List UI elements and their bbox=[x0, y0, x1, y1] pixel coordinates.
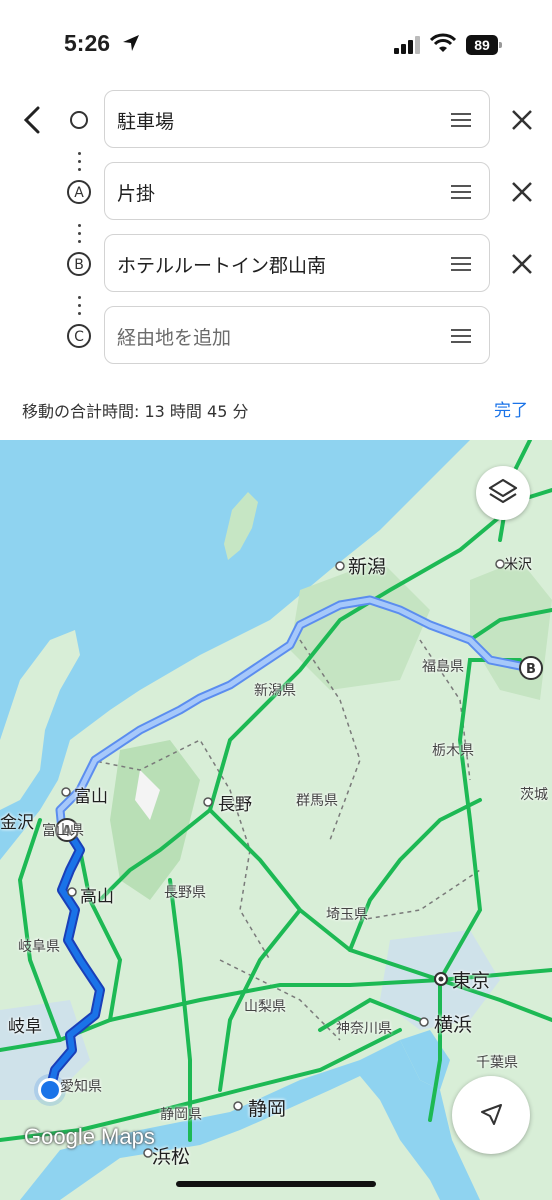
city-label-kanazawa: 金沢 bbox=[0, 813, 34, 833]
pref-label-toyama: 富山県 bbox=[42, 823, 84, 839]
waypoint-a-icon: A bbox=[67, 180, 91, 204]
drag-handle-icon[interactable] bbox=[451, 185, 471, 199]
city-label-yokohama: 横浜 bbox=[434, 1014, 473, 1036]
city-label-yonezawa: 米沢 bbox=[504, 557, 532, 573]
directions-panel: 駐車場 A 片掛 B ホテルルートイン郡山南 C 経由地を追加 移動の合計時間:… bbox=[0, 80, 552, 440]
origin-input[interactable]: 駐車場 bbox=[104, 90, 490, 148]
navigation-arrow-icon bbox=[481, 1104, 502, 1125]
total-travel-time: 移動の合計時間: 13 時間 45 分 bbox=[22, 402, 249, 421]
done-button[interactable]: 完了 bbox=[494, 396, 528, 421]
route-stop-a: A 片掛 bbox=[0, 162, 552, 222]
pref-label-nagano: 長野県 bbox=[164, 885, 206, 901]
cellular-signal-icon bbox=[394, 36, 420, 54]
city-label-tokyo: 東京 bbox=[452, 970, 491, 992]
pref-label-fukushima: 福島県 bbox=[422, 659, 464, 675]
waypoint-a-text: 片掛 bbox=[117, 183, 156, 205]
pref-label-shizuoka: 静岡県 bbox=[160, 1107, 202, 1123]
city-label-toyama: 富山 bbox=[74, 787, 108, 807]
city-label-nagano: 長野 bbox=[218, 795, 252, 815]
pref-label-kanagawa: 神奈川県 bbox=[336, 1021, 392, 1037]
pref-label-yamanashi: 山梨県 bbox=[244, 999, 286, 1015]
route-stop-b: B ホテルルートイン郡山南 bbox=[0, 234, 552, 294]
waypoint-c-icon: C bbox=[67, 324, 91, 348]
route-stop-origin: 駐車場 bbox=[0, 90, 552, 150]
pref-label-chiba: 千葉県 bbox=[476, 1055, 518, 1071]
city-label-takayama: 高山 bbox=[80, 887, 114, 907]
city-label-niigata: 新潟 bbox=[348, 556, 387, 578]
pref-label-aichi: 愛知県 bbox=[60, 1079, 102, 1095]
close-icon[interactable] bbox=[508, 250, 536, 278]
home-indicator[interactable] bbox=[176, 1181, 376, 1187]
map-view[interactable]: A B 新潟 米沢 富山 金沢 長野 高山 東京 横浜 静岡 浜松 岐阜 新潟県… bbox=[0, 440, 552, 1200]
close-icon[interactable] bbox=[508, 106, 536, 134]
city-label-hamamatsu: 浜松 bbox=[152, 1146, 191, 1168]
add-stop-placeholder: 経由地を追加 bbox=[117, 327, 232, 349]
route-marker-b: B bbox=[526, 662, 536, 677]
battery-icon: 89 bbox=[466, 35, 502, 55]
map-layers-button[interactable] bbox=[476, 466, 530, 520]
route-stop-c: C 経由地を追加 bbox=[0, 306, 552, 366]
wifi-icon bbox=[430, 33, 456, 52]
origin-text: 駐車場 bbox=[117, 111, 175, 133]
location-arrow-icon bbox=[123, 35, 139, 51]
close-icon[interactable] bbox=[508, 178, 536, 206]
pref-label-gunma: 群馬県 bbox=[296, 793, 338, 809]
pref-label-niigata: 新潟県 bbox=[254, 683, 296, 699]
pref-label-tochigi: 栃木県 bbox=[432, 743, 474, 759]
waypoint-b-input[interactable]: ホテルルートイン郡山南 bbox=[104, 234, 490, 292]
waypoint-b-icon: B bbox=[67, 252, 91, 276]
drag-handle-icon[interactable] bbox=[451, 257, 471, 271]
origin-circle-icon bbox=[70, 111, 88, 129]
city-label-gifu: 岐阜 bbox=[8, 1017, 42, 1037]
waypoint-b-letter: B bbox=[74, 257, 84, 273]
google-maps-attribution: Google Maps bbox=[24, 1124, 155, 1149]
add-stop-input[interactable]: 経由地を追加 bbox=[104, 306, 490, 364]
city-label-shizuoka: 静岡 bbox=[248, 1098, 287, 1120]
drag-handle-icon[interactable] bbox=[451, 113, 471, 127]
waypoint-b-text: ホテルルートイン郡山南 bbox=[117, 255, 327, 277]
start-navigation-button[interactable] bbox=[452, 1076, 530, 1154]
waypoint-a-letter: A bbox=[74, 185, 84, 201]
battery-level: 89 bbox=[466, 35, 498, 55]
status-bar: 5:26 89 bbox=[0, 0, 552, 80]
drag-handle-icon[interactable] bbox=[451, 329, 471, 343]
waypoint-a-input[interactable]: 片掛 bbox=[104, 162, 490, 220]
pref-label-gifu: 岐阜県 bbox=[18, 939, 60, 955]
pref-label-saitama: 埼玉県 bbox=[326, 907, 368, 923]
waypoint-c-letter: C bbox=[74, 329, 84, 345]
layers-icon bbox=[488, 478, 518, 504]
pref-label-ibaraki: 茨城 bbox=[520, 787, 548, 803]
status-time: 5:26 bbox=[64, 30, 111, 56]
